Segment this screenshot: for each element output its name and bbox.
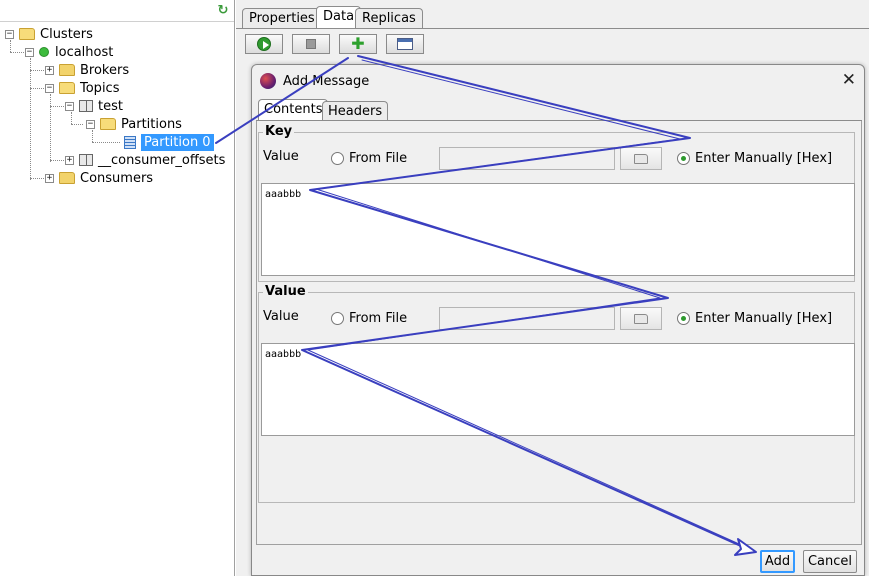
stop-button[interactable]: [292, 34, 330, 54]
tree-label: Consumers: [80, 170, 154, 186]
collapse-icon[interactable]: −: [25, 47, 34, 57]
tree-label: Partition 0: [141, 133, 214, 151]
tree-node-brokers[interactable]: + Brokers: [45, 61, 129, 79]
expand-icon[interactable]: +: [65, 155, 74, 165]
topic-icon: [79, 154, 93, 166]
folder-icon: [59, 172, 75, 184]
value-enter-manually-radio[interactable]: Enter Manually [Hex]: [677, 311, 832, 326]
tree-node-topic-test[interactable]: − test: [65, 97, 123, 115]
folder-open-icon: [59, 82, 75, 94]
tree-label: Topics: [80, 80, 120, 96]
dialog-title-bar: Add Message: [260, 73, 369, 89]
value-browse-button[interactable]: [620, 307, 662, 330]
key-file-path-input[interactable]: [439, 147, 615, 170]
value-file-path-input[interactable]: [439, 307, 615, 330]
tree-node-consumer-offsets[interactable]: + __consumer_offsets: [65, 151, 225, 169]
key-from-file-radio[interactable]: From File: [331, 151, 407, 166]
dialog-title: Add Message: [283, 73, 370, 89]
topic-icon: [79, 100, 93, 112]
expand-icon[interactable]: +: [45, 173, 54, 183]
tab-contents[interactable]: Contents: [258, 99, 329, 121]
tree-label: localhost: [55, 44, 114, 60]
add-message-button[interactable]: ✚: [339, 34, 377, 54]
expand-icon[interactable]: +: [45, 65, 54, 75]
tree-node-clusters[interactable]: − Clusters: [5, 25, 93, 43]
view-button[interactable]: [386, 34, 424, 54]
status-green-icon: [39, 47, 49, 57]
value-value-label: Value: [263, 309, 299, 324]
tab-headers[interactable]: Headers: [322, 101, 389, 121]
folder-open-icon: [19, 28, 35, 40]
key-group-title: Key: [263, 124, 295, 139]
key-group: Key Value From File Enter Manually [Hex]…: [258, 124, 855, 282]
tab-properties[interactable]: Properties: [242, 8, 322, 29]
partition-icon: [124, 135, 136, 149]
value-group: Value Value From File Enter Manually [He…: [258, 284, 855, 503]
tree-label: Partitions: [121, 116, 182, 132]
contents-panel: Key Value From File Enter Manually [Hex]…: [256, 121, 862, 545]
value-hex-textarea[interactable]: aaabbb: [261, 343, 855, 436]
tree-label: Brokers: [80, 62, 130, 78]
tree-label: test: [98, 98, 123, 114]
folder-open-icon: [100, 118, 116, 130]
app-icon: [260, 73, 276, 89]
window-icon: [397, 38, 413, 50]
collapse-icon[interactable]: −: [45, 83, 54, 93]
tree-node-topics[interactable]: − Topics: [45, 79, 119, 97]
add-button[interactable]: Add: [760, 550, 795, 573]
radio-checked-icon: [677, 152, 690, 165]
stop-icon: [306, 39, 316, 49]
radio-icon: [331, 312, 344, 325]
tree-label: Clusters: [40, 26, 93, 42]
close-icon[interactable]: ✕: [842, 70, 856, 90]
collapse-icon[interactable]: −: [5, 29, 14, 39]
add-icon: ✚: [351, 34, 365, 53]
folder-icon: [59, 64, 75, 76]
play-icon: [257, 37, 271, 51]
start-button[interactable]: [245, 34, 283, 54]
key-browse-button[interactable]: [620, 147, 662, 170]
open-folder-icon: [634, 313, 648, 324]
collapse-icon[interactable]: −: [65, 101, 74, 111]
cancel-button[interactable]: Cancel: [803, 550, 857, 573]
key-hex-textarea[interactable]: aaabbb: [261, 183, 855, 276]
tree-node-partitions[interactable]: − Partitions: [86, 115, 182, 133]
key-value-label: Value: [263, 149, 299, 164]
cluster-tree[interactable]: ↻ − Clusters − localhost + Brokers − Top…: [0, 0, 235, 576]
radio-checked-icon: [677, 312, 690, 325]
collapse-icon[interactable]: −: [86, 119, 95, 129]
tree-label: __consumer_offsets: [98, 152, 226, 168]
radio-icon: [331, 152, 344, 165]
tree-node-localhost[interactable]: − localhost: [25, 43, 113, 61]
open-folder-icon: [634, 153, 648, 164]
tree-node-consumers[interactable]: + Consumers: [45, 169, 153, 187]
tab-replicas[interactable]: Replicas: [355, 8, 423, 29]
refresh-icon[interactable]: ↻: [216, 4, 230, 18]
value-group-title: Value: [263, 284, 308, 299]
tree-node-partition-0[interactable]: Partition 0: [124, 133, 214, 151]
value-from-file-radio[interactable]: From File: [331, 311, 407, 326]
key-enter-manually-radio[interactable]: Enter Manually [Hex]: [677, 151, 832, 166]
add-message-dialog: Add Message ✕ Contents Headers Key Value…: [251, 64, 865, 576]
tree-header: ↻: [0, 0, 234, 22]
